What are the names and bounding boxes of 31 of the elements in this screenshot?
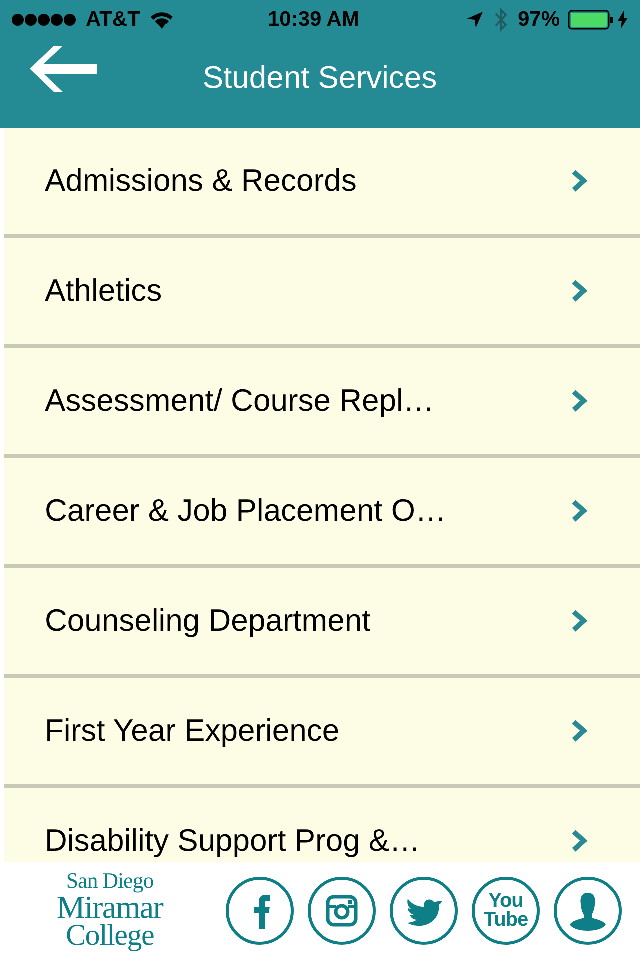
list-item[interactable]: Disability Support Prog &…	[4, 788, 640, 862]
carrier-text: AT&T	[86, 7, 140, 34]
clock-text: 10:39 AM	[268, 7, 360, 34]
chevron-right-icon	[572, 609, 588, 633]
list-item[interactable]: Career & Job Placement O…	[4, 458, 640, 568]
wifi-icon	[150, 11, 174, 29]
battery-percent: 97%	[518, 7, 560, 34]
location-arrow-icon	[466, 11, 484, 29]
chevron-right-icon	[572, 719, 588, 743]
signal-icon	[12, 13, 78, 27]
chevron-right-icon	[572, 389, 588, 413]
instagram-icon[interactable]	[308, 877, 376, 945]
bluetooth-icon	[494, 8, 508, 32]
facebook-icon[interactable]	[226, 877, 294, 945]
bird-icon[interactable]	[390, 877, 458, 945]
battery-icon	[568, 10, 614, 30]
chevron-right-icon	[572, 829, 588, 853]
list-item[interactable]: Assessment/ Course Repl…	[4, 348, 640, 458]
screen-title: Student Services	[202, 59, 438, 97]
back-button[interactable]	[30, 46, 98, 92]
chevron-right-icon	[572, 279, 588, 303]
college-logo: San Diego Miramar College	[56, 871, 164, 951]
list-item[interactable]: Counseling Department	[4, 568, 640, 678]
chevron-right-icon	[572, 169, 588, 193]
list-item[interactable]: Athletics	[4, 238, 640, 348]
profile-icon[interactable]	[554, 877, 622, 945]
list-item[interactable]: First Year Experience	[4, 678, 640, 788]
charging-icon	[618, 11, 628, 29]
youtube-icon[interactable]: You Tube	[472, 877, 540, 945]
chevron-right-icon	[572, 499, 588, 523]
list-item[interactable]: Admissions & Records	[4, 128, 640, 238]
